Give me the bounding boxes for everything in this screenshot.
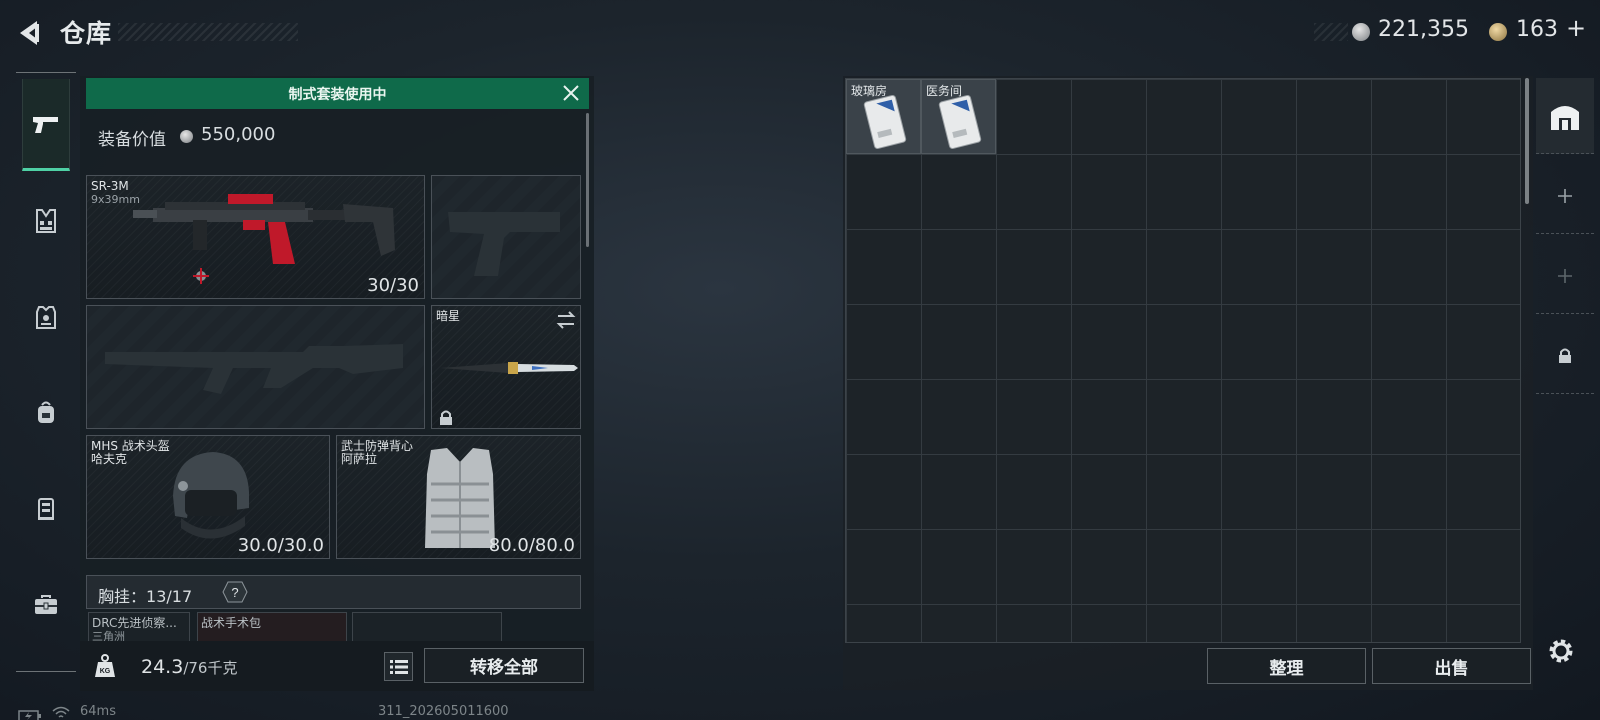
category-vests[interactable]	[22, 175, 70, 267]
chest-item-name: 战术手术包	[201, 616, 262, 630]
pistol-placeholder-icon	[448, 212, 560, 276]
list-icon	[389, 659, 408, 674]
plus-icon	[1558, 188, 1572, 203]
currency-decoration	[1314, 23, 1348, 41]
storage-tab-main[interactable]	[1536, 78, 1594, 154]
loadout-status-banner: 制式套装使用中	[86, 78, 589, 109]
storage-item-name: 医务间	[926, 84, 963, 98]
wifi-icon	[52, 705, 70, 719]
primary-weapon-slot[interactable]: SR-3M 9x39mm 30/30	[86, 175, 425, 299]
helmet-slot[interactable]: MHS 战术头盔 哈夫克 30.0/30.0	[86, 435, 330, 559]
armor-brand: 阿萨拉	[341, 452, 378, 466]
rifle-placeholder-icon	[105, 344, 403, 394]
keycard-icon	[938, 94, 982, 150]
swap-icon	[556, 311, 576, 329]
knife-dark-star-image	[440, 362, 578, 374]
secondary-weapon-slot[interactable]	[86, 305, 425, 429]
lock-icon	[440, 410, 452, 425]
banner-text: 制式套装使用中	[288, 86, 387, 103]
page-title: 仓库	[60, 19, 113, 48]
helmet-image	[173, 452, 249, 539]
chest-item-slot-2[interactable]: 战术手术包	[197, 612, 347, 642]
weapon-caliber: 9x39mm	[91, 193, 140, 206]
category-backpacks[interactable]	[22, 367, 70, 459]
melee-slot[interactable]: 暗星	[431, 305, 581, 429]
back-button[interactable]	[14, 16, 48, 50]
chest-rig-help-button[interactable]: ?	[222, 581, 248, 603]
storage-scrollbar[interactable]	[1525, 78, 1529, 204]
weight-kg-icon: KG	[94, 654, 116, 678]
list-view-button[interactable]	[384, 652, 413, 681]
toolbox-icon	[35, 595, 57, 614]
warehouse-icon	[1551, 105, 1579, 130]
storage-tab-add-1[interactable]	[1536, 158, 1594, 234]
lock-icon	[1559, 348, 1571, 363]
storage-item-name: 玻璃房	[851, 84, 888, 98]
title-decoration	[118, 23, 298, 41]
back-arrow-icon	[20, 21, 39, 45]
organize-button[interactable]: 整理	[1207, 648, 1366, 684]
build-version: 311_202605011600	[378, 704, 509, 719]
storage-grid[interactable]: 玻璃房 医务间	[845, 78, 1521, 643]
weapon-ammo-count: 30/30	[367, 275, 419, 296]
equipment-value-label: 装备价值	[98, 130, 166, 150]
add-currency-button[interactable]: +	[1566, 14, 1586, 42]
backpack-icon	[38, 401, 54, 423]
armor-name: 武士防弹背心	[341, 439, 414, 453]
melee-name: 暗星	[436, 309, 461, 323]
chest-item-slot-1[interactable]: DRC先进侦察... 三角洲	[88, 612, 190, 642]
help-glyph: ?	[231, 585, 238, 600]
silver-coin-icon	[1352, 23, 1370, 41]
close-icon	[563, 85, 579, 101]
chest-rig-capacity: 13/17	[146, 587, 193, 606]
vest-icon	[36, 209, 56, 233]
helmet-brand: 哈夫克	[91, 452, 128, 466]
armor-durability: 80.0/80.0	[488, 535, 575, 556]
keycard-icon	[863, 94, 907, 150]
gold-coin-icon	[1489, 23, 1507, 41]
coin-icon	[180, 130, 193, 143]
settings-button[interactable]	[1545, 635, 1577, 667]
storage-tabs	[1536, 78, 1594, 398]
carry-weight-current: 24.3	[141, 656, 184, 678]
close-banner-button[interactable]	[560, 82, 582, 104]
weapon-name: SR-3M	[91, 179, 129, 193]
gear-icon	[1549, 639, 1573, 663]
category-weapons[interactable]	[22, 79, 70, 171]
chest-rig-label: 胸挂：13/17	[98, 583, 192, 607]
help-icon: ?	[222, 581, 248, 603]
weight-icon-label: KG	[100, 668, 111, 675]
storage-tab-add-2[interactable]	[1536, 238, 1594, 314]
sell-button[interactable]: 出售	[1372, 648, 1531, 684]
currency-balance: 221,355	[1378, 17, 1469, 42]
battery-icon	[18, 707, 42, 720]
category-armor[interactable]	[22, 271, 70, 363]
storage-item-medical-room-key[interactable]: 医务间	[921, 79, 996, 154]
carry-weight: 24.3/76千克	[141, 656, 237, 678]
sidearm-slot[interactable]	[431, 175, 581, 299]
transfer-all-button[interactable]: 转移全部	[424, 648, 584, 683]
chest-item-slot-3[interactable]	[352, 612, 502, 642]
ping-readout: 64ms	[80, 704, 116, 719]
carry-weight-max: /76千克	[183, 659, 238, 677]
category-cases[interactable]	[22, 463, 70, 555]
helmet-name: MHS 战术头盔	[91, 439, 170, 453]
chest-rig-title: 胸挂：	[98, 587, 147, 606]
body-armor-slot[interactable]: 武士防弹背心 阿萨拉 80.0/80.0	[336, 435, 581, 559]
panel-scrollbar[interactable]	[586, 113, 589, 247]
storage-tab-locked[interactable]	[1536, 318, 1594, 394]
pistol-icon	[33, 116, 58, 133]
category-toolboxes[interactable]	[22, 559, 70, 651]
equipment-value: 550,000	[201, 124, 276, 145]
storage-item-glass-room-key[interactable]: 玻璃房	[846, 79, 921, 154]
armor-icon	[36, 306, 56, 329]
category-sidebar	[16, 72, 76, 672]
case-icon	[38, 498, 54, 520]
chest-item-sub: 三角洲	[92, 630, 125, 642]
premium-currency-balance: 163	[1516, 17, 1558, 42]
helmet-durability: 30.0/30.0	[237, 535, 324, 556]
plus-icon	[1558, 268, 1572, 283]
